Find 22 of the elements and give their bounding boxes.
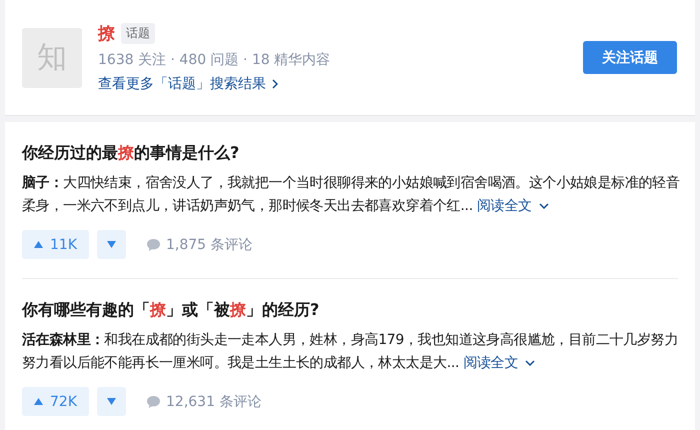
- topic-stats: 1638 关注 · 480 问题 · 18 精华内容: [98, 51, 332, 69]
- more-results-link[interactable]: 查看更多「话题」搜索结果: [98, 75, 266, 93]
- up-triangle-icon: [34, 398, 43, 405]
- downvote-button[interactable]: [97, 230, 126, 259]
- chevron-down-icon: [525, 360, 536, 366]
- read-more-link[interactable]: 阅读全文: [477, 198, 549, 214]
- comment-icon: [146, 238, 161, 252]
- downvote-button[interactable]: [97, 387, 126, 416]
- down-triangle-icon: [107, 398, 116, 405]
- chevron-down-icon: [538, 203, 549, 210]
- answer-excerpt: 活在森林里：和我在成都的街头走一走本人男，姓林，身高179，我也知道这身高很尴尬，目前二十几岁努力努力看以后能不能再长一厘米呵。我是土生土长的成都人，林太太是大... 阅读全文: [22, 331, 680, 373]
- up-triangle-icon: [34, 241, 43, 248]
- topic-tag: 话题: [121, 23, 155, 44]
- comment-icon: [146, 394, 161, 408]
- question-title[interactable]: 你经历过的最撩的事情是什么?: [22, 142, 678, 164]
- read-more-link[interactable]: 阅读全文: [463, 355, 536, 371]
- answer-excerpt: 脑子：大四快结束，宿舍没人了，我就把一个当时很聊得来的小姑娘喊到宿舍喝酒。这个小姑娘是标准的轻音柔身，一米六不到点儿，讲话奶声奶气，那时候冬天出去都喜欢穿着个红... 阅读全文: [22, 174, 681, 216]
- follow-topic-button[interactable]: 关注话题: [583, 41, 677, 74]
- down-triangle-icon: [107, 241, 116, 248]
- topic-name: 撩: [98, 23, 115, 45]
- chevron-right-icon: [272, 79, 278, 89]
- question-title[interactable]: 你有哪些有趣的「撩」或「被撩」的经历?: [22, 299, 678, 321]
